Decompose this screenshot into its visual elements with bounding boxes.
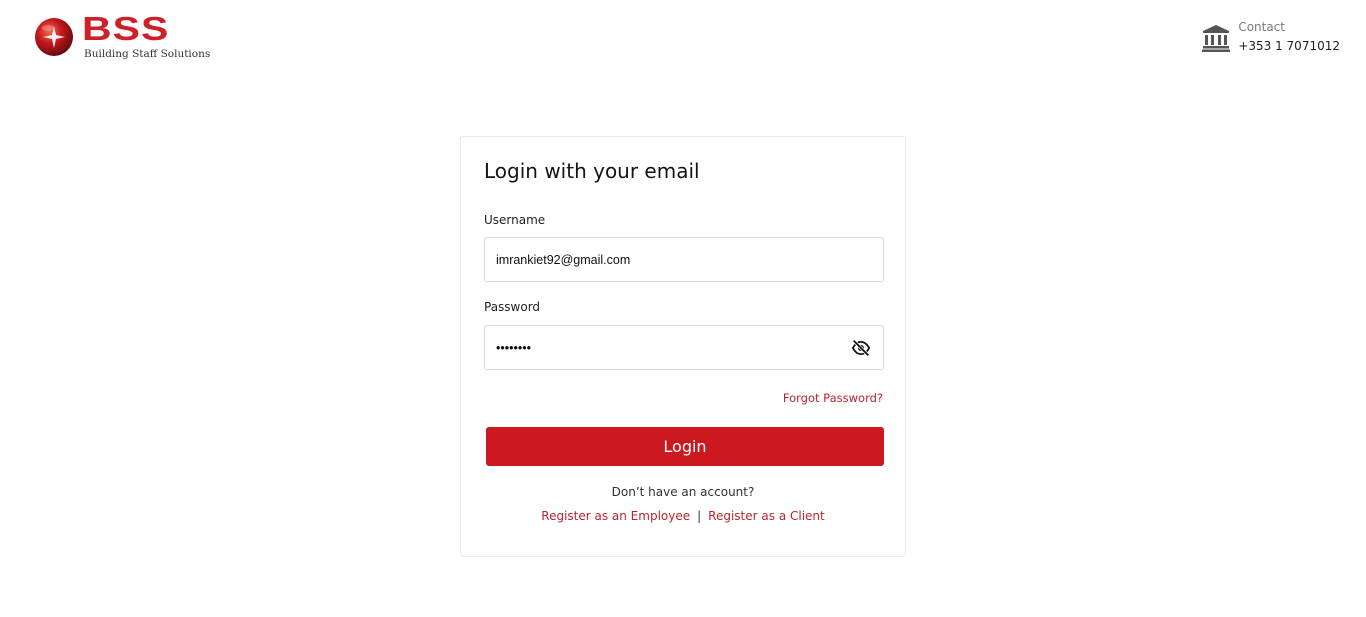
- contact-block: Contact +353 1 7071012: [1201, 19, 1340, 57]
- password-input[interactable]: [485, 326, 883, 369]
- logo-wordmark: BSS: [82, 9, 170, 48]
- bank-icon: [1202, 25, 1231, 52]
- register-links: Register as an Employee | Register as a Cl…: [461, 509, 905, 523]
- contact-phone[interactable]: +353 1 7071012: [1238, 35, 1340, 57]
- no-account-text: Don’t have an account?: [611, 485, 755, 499]
- bss-logo[interactable]: BSS Building Staff Solutions: [34, 9, 211, 64]
- register-employee-link[interactable]: Register as an Employee: [541, 509, 690, 523]
- username-label: Username: [484, 213, 546, 227]
- eye-slash-icon[interactable]: [851, 339, 871, 357]
- register-separator: |: [697, 509, 702, 523]
- register-client-link[interactable]: Register as a Client: [708, 509, 825, 523]
- password-label: Password: [484, 300, 541, 314]
- logo-tagline: Building Staff Solutions: [84, 48, 211, 60]
- logo-sphere-icon: [35, 18, 73, 56]
- login-card: Login with your email Username Password …: [460, 136, 906, 557]
- username-input[interactable]: [485, 238, 883, 281]
- forgot-password-link[interactable]: Forgot Password?: [783, 391, 883, 405]
- contact-label: Contact: [1238, 20, 1286, 34]
- password-field-wrapper: [484, 325, 884, 370]
- login-title: Login with your email: [484, 159, 700, 183]
- contact-text: Contact +353 1 7071012: [1238, 19, 1340, 57]
- page-header: BSS Building Staff Solutions Contact +35…: [0, 0, 1366, 80]
- login-button[interactable]: Login: [486, 427, 884, 466]
- username-field-wrapper: [484, 237, 884, 282]
